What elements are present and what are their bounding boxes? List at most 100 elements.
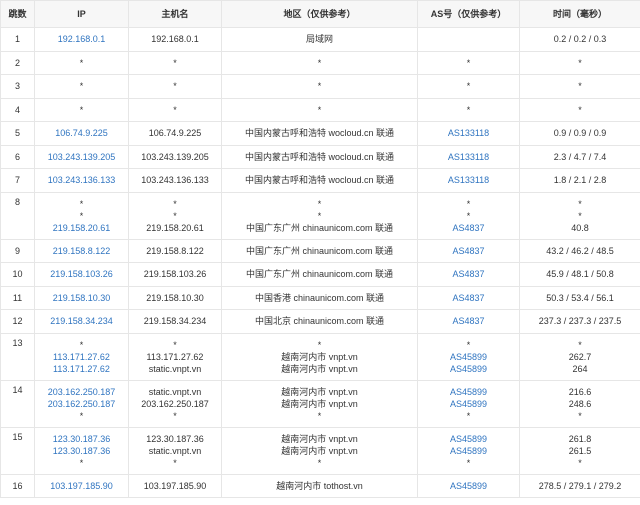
- as-cell: [417, 27, 520, 52]
- region-timeout-mark: *: [317, 57, 322, 68]
- time-cell: 50.3 / 53.4 / 56.1: [519, 285, 640, 310]
- as-cell: AS133118: [417, 144, 520, 169]
- ip-link[interactable]: 103.243.136.133: [35, 174, 128, 186]
- hop-cell: 7: [0, 168, 35, 193]
- table-row: 13 * 113.171.27.62 113.171.27.62 * 113.171.27…: [0, 332, 640, 381]
- host-timeout-mark: *: [173, 210, 177, 221]
- ip-cell: 103.243.139.205: [34, 144, 129, 169]
- region-value: 中国香港 chinaunicom.com 联通: [254, 292, 385, 303]
- region-value: 越南河内市 vnpt.vn: [281, 363, 358, 374]
- region-cell: *: [221, 50, 418, 75]
- time-timeout-mark: *: [578, 81, 582, 92]
- as-cell: AS45899 AS45899 *: [417, 426, 520, 475]
- as-link[interactable]: AS45899: [418, 386, 519, 398]
- region-timeout-mark: *: [317, 210, 322, 221]
- hop-cell: 3: [0, 74, 35, 99]
- time-timeout-mark: *: [578, 410, 582, 421]
- as-link[interactable]: AS45899: [418, 433, 519, 445]
- host-value: 103.197.185.90: [143, 480, 207, 491]
- region-timeout-mark: *: [317, 457, 322, 468]
- as-link[interactable]: AS45899: [418, 363, 519, 375]
- as-link[interactable]: AS4837: [418, 315, 519, 327]
- as-link[interactable]: AS45899: [418, 351, 519, 363]
- as-link[interactable]: AS133118: [418, 151, 519, 163]
- host-cell: 106.74.9.225: [128, 121, 222, 146]
- time-value: 262.7: [568, 351, 592, 362]
- as-link[interactable]: AS4837: [418, 245, 519, 257]
- time-value: 50.3 / 53.4 / 56.1: [546, 292, 614, 303]
- time-cell: 0.9 / 0.9 / 0.9: [519, 121, 640, 146]
- as-link[interactable]: AS45899: [418, 480, 519, 492]
- hop-cell: 10: [0, 262, 35, 287]
- hop-cell: 9: [0, 238, 35, 263]
- time-value: 261.5: [568, 445, 592, 456]
- as-link[interactable]: AS4837: [418, 292, 519, 304]
- ip-cell: * * 219.158.20.61: [34, 191, 129, 240]
- region-value: 中国内蒙古呼和浩特 wocloud.cn 联通: [244, 128, 395, 139]
- ip-link[interactable]: 219.158.8.122: [35, 245, 128, 257]
- ip-link[interactable]: 219.158.10.30: [35, 292, 128, 304]
- as-cell: AS4837: [417, 309, 520, 334]
- header-hop: 跳数: [0, 0, 35, 28]
- as-link[interactable]: AS4837: [418, 268, 519, 280]
- hop-cell: 6: [0, 144, 35, 169]
- ip-link[interactable]: 106.74.9.225: [35, 127, 128, 139]
- table-row: 9 219.158.8.122 219.158.8.122 中国广东广州 chinau…: [0, 238, 640, 263]
- header-host: 主机名: [128, 0, 222, 28]
- host-cell: 103.243.139.205: [128, 144, 222, 169]
- ip-link[interactable]: 219.158.20.61: [35, 222, 128, 234]
- host-value: 219.158.20.61: [146, 222, 204, 233]
- ip-link[interactable]: 123.30.187.36: [35, 445, 128, 457]
- ip-link[interactable]: 103.243.139.205: [35, 151, 128, 163]
- ip-link[interactable]: 219.158.34.234: [35, 315, 128, 327]
- as-link[interactable]: AS133118: [418, 174, 519, 186]
- time-value: 264: [572, 363, 588, 374]
- time-cell: 216.6 248.6 *: [519, 379, 640, 428]
- table-row: 10 219.158.103.26 219.158.103.26 中国广东广州 chi…: [0, 262, 640, 287]
- ip-link[interactable]: 113.171.27.62: [35, 363, 128, 375]
- ip-link[interactable]: 123.30.187.36: [35, 433, 128, 445]
- time-timeout-mark: *: [578, 457, 582, 468]
- ip-link[interactable]: 203.162.250.187: [35, 386, 128, 398]
- host-cell: *: [128, 50, 222, 75]
- region-cell: 中国广东广州 chinaunicom.com 联通: [221, 238, 418, 263]
- ip-cell: 219.158.103.26: [34, 262, 129, 287]
- host-value: 219.158.10.30: [146, 292, 204, 303]
- time-value: 1.8 / 2.1 / 2.8: [553, 175, 607, 186]
- hop-cell: 2: [0, 50, 35, 75]
- ip-cell: 219.158.10.30: [34, 285, 129, 310]
- table-row: 3 * * * * *: [0, 74, 640, 99]
- time-cell: *: [519, 74, 640, 99]
- ip-link[interactable]: 113.171.27.62: [35, 351, 128, 363]
- host-cell: static.vnpt.vn 203.162.250.187 *: [128, 379, 222, 428]
- ip-link[interactable]: 219.158.103.26: [35, 268, 128, 280]
- region-cell: 越南河内市 vnpt.vn 越南河内市 vnpt.vn *: [221, 426, 418, 475]
- ip-cell: *: [34, 50, 129, 75]
- ip-link[interactable]: 103.197.185.90: [35, 480, 128, 492]
- time-value: 45.9 / 48.1 / 50.8: [546, 269, 614, 280]
- time-cell: 43.2 / 46.2 / 48.5: [519, 238, 640, 263]
- ip-link[interactable]: 203.162.250.187: [35, 398, 128, 410]
- ip-link[interactable]: 192.168.0.1: [35, 33, 128, 45]
- time-value: 43.2 / 46.2 / 48.5: [546, 245, 614, 256]
- host-timeout-mark: *: [173, 57, 177, 68]
- as-link[interactable]: AS4837: [418, 222, 519, 234]
- time-cell: * 262.7 264: [519, 332, 640, 381]
- ip-timeout-mark: *: [79, 457, 84, 468]
- time-cell: 278.5 / 279.1 / 279.2: [519, 473, 640, 498]
- region-cell: 中国内蒙古呼和浩特 wocloud.cn 联通: [221, 144, 418, 169]
- ip-timeout-mark: *: [79, 410, 84, 421]
- region-cell: 中国广东广州 chinaunicom.com 联通: [221, 262, 418, 287]
- as-link[interactable]: AS133118: [418, 127, 519, 139]
- host-cell: 219.158.10.30: [128, 285, 222, 310]
- host-value: 113.171.27.62: [146, 351, 204, 362]
- ip-cell: 123.30.187.36 123.30.187.36 *: [34, 426, 129, 475]
- host-cell: 103.197.185.90: [128, 473, 222, 498]
- host-value: static.vnpt.vn: [148, 386, 202, 397]
- as-link[interactable]: AS45899: [418, 445, 519, 457]
- time-cell: *: [519, 50, 640, 75]
- as-link[interactable]: AS45899: [418, 398, 519, 410]
- region-timeout-mark: *: [317, 339, 322, 350]
- host-value: 192.168.0.1: [151, 34, 199, 45]
- hop-cell: 13: [0, 332, 35, 381]
